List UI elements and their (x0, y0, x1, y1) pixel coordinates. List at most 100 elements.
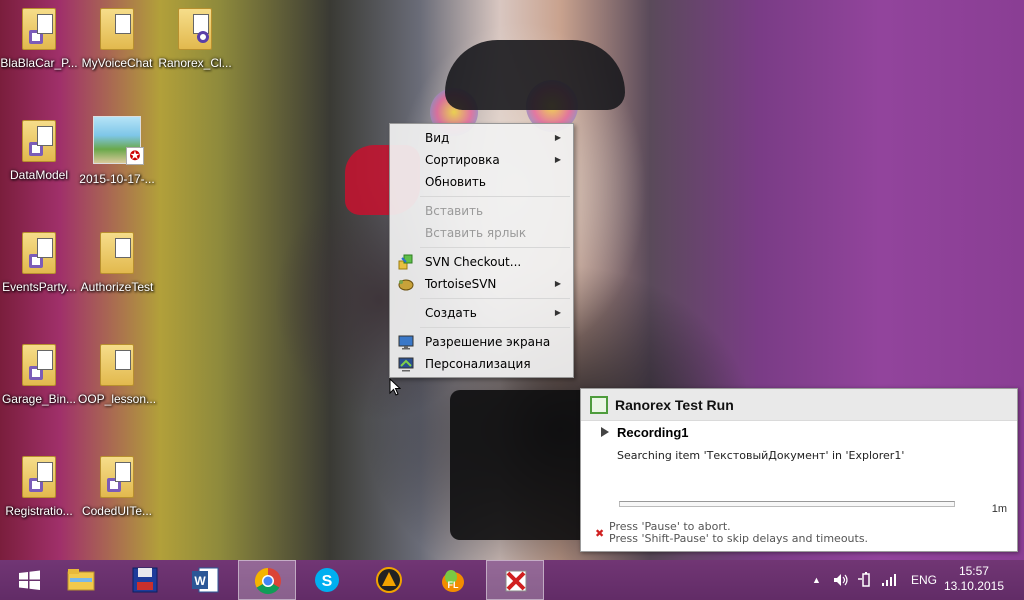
test-progress-bar (619, 501, 955, 507)
network-signal-icon[interactable] (881, 573, 897, 587)
aimp-icon (376, 567, 402, 593)
chrome-icon (254, 567, 281, 595)
menu-separator (420, 298, 570, 299)
taskbar-aimp[interactable] (360, 560, 418, 600)
taskbar-skype[interactable]: S (298, 560, 356, 600)
menu-item-create[interactable]: Создать ▶ (392, 302, 571, 324)
word-icon: W (192, 567, 219, 593)
windows-logo-icon (19, 570, 40, 590)
volume-icon[interactable] (833, 573, 849, 587)
desktop-icon-datamodel[interactable]: DataModel (0, 114, 78, 214)
vs-folder-icon (22, 227, 56, 274)
ranorex-icon (505, 570, 527, 592)
show-hidden-icons-arrow[interactable]: ▲ (812, 560, 821, 600)
menu-item-label: SVN Checkout... (425, 255, 522, 269)
desktop-icon-oop-lesson[interactable]: OOP_lesson... (78, 338, 156, 438)
taskbar-ranorex[interactable] (486, 560, 544, 600)
svg-text:W: W (194, 574, 206, 588)
play-icon (601, 427, 609, 437)
menu-item-label: Вид (425, 131, 450, 145)
desktop-icon-label: Garage_Bin... (1, 392, 77, 406)
svg-text:FL: FL (448, 580, 459, 590)
vs-folder-icon (100, 451, 134, 498)
vs-folder-icon (22, 115, 56, 162)
taskbar-file-explorer[interactable] (52, 560, 110, 600)
elapsed-time: 1m (991, 503, 1007, 515)
screen-resolution-icon (398, 334, 414, 350)
desktop-icon-label: BlaBlaCar_P... (0, 56, 78, 70)
taskbar-word[interactable]: W (176, 560, 234, 600)
submenu-arrow-icon: ▶ (554, 308, 561, 317)
start-button[interactable] (0, 560, 58, 600)
menu-item-screen-resolution[interactable]: Разрешение экрана (392, 331, 571, 353)
desktop-icon-myvoicechat[interactable]: MyVoiceChat (78, 2, 156, 102)
doc-folder-icon (100, 3, 134, 50)
menu-item-tortoisesvn[interactable]: TortoiseSVN ▶ (392, 273, 571, 295)
menu-item-label: Вставить ярлык (425, 226, 527, 240)
menu-separator (420, 327, 570, 328)
vs-folder-icon (22, 339, 56, 386)
save-floppy-icon (132, 567, 158, 593)
ranorex-test-run-window[interactable]: Ranorex Test Run Recording1 Searching it… (580, 388, 1018, 552)
pdf-file-icon: ✪ (93, 116, 144, 165)
ranorex-logo-icon (590, 396, 608, 414)
menu-item-label: Вставить (425, 204, 484, 218)
taskbar-save-app[interactable] (116, 560, 174, 600)
desktop-icon-label: CodedUITe... (81, 504, 153, 518)
desktop-context-menu: Вид ▶ Сортировка ▶ Обновить Вставить Вст… (389, 123, 574, 378)
fl-studio-icon: FL (442, 570, 464, 592)
ranorex-header: Ranorex Test Run (581, 389, 1017, 421)
ranorex-title: Ranorex Test Run (615, 397, 734, 413)
menu-item-view[interactable]: Вид ▶ (392, 127, 571, 149)
menu-item-label: Персонализация (425, 357, 531, 371)
desktop-icon-garage-bin[interactable]: Garage_Bin... (0, 338, 78, 438)
desktop-icon-blablacar[interactable]: BlaBlaCar_P... (0, 2, 78, 102)
menu-item-label: Обновить (425, 175, 486, 189)
menu-item-paste[interactable]: Вставить (392, 200, 571, 222)
file-explorer-icon (67, 569, 95, 591)
menu-separator (420, 196, 570, 197)
desktop-icon-ranorex-cl[interactable]: Ranorex_Cl... (156, 2, 234, 102)
desktop-icon-label: 2015-10-17-... (79, 172, 155, 186)
svn-checkout-icon (398, 254, 414, 270)
taskbar-fl-studio[interactable]: FL (424, 560, 482, 600)
desktop-icon-label: AuthorizeTest (80, 280, 154, 294)
taskbar: W S FL ▲ ENG 15:57 13.10.2015 (0, 560, 1024, 600)
menu-item-refresh[interactable]: Обновить (392, 171, 571, 193)
desktop-icon-pdf[interactable]: ✪ 2015-10-17-... (78, 114, 156, 214)
svg-text:S: S (322, 573, 333, 590)
submenu-arrow-icon: ▶ (554, 133, 561, 142)
desktop-icon-eventsparty[interactable]: EventsParty... (0, 226, 78, 326)
desktop-icon-authorizetest[interactable]: AuthorizeTest (78, 226, 156, 326)
abort-x-icon: ✖ (595, 528, 605, 540)
power-plug-icon[interactable] (857, 572, 873, 588)
clock-time: 15:57 (958, 564, 989, 578)
doc-folder-icon (100, 339, 134, 386)
personalization-icon (398, 356, 414, 372)
wallpaper-hat (445, 40, 625, 110)
desktop-icon-codedui[interactable]: CodedUITe... (78, 450, 156, 550)
menu-item-label: Создать (425, 306, 477, 320)
tortoise-icon (398, 276, 414, 292)
menu-item-label: Сортировка (425, 153, 500, 167)
menu-separator (420, 247, 570, 248)
language-indicator[interactable]: ENG (911, 560, 937, 600)
vs-folder-icon (22, 451, 56, 498)
menu-item-svn-checkout[interactable]: SVN Checkout... (392, 251, 571, 273)
menu-item-sort[interactable]: Сортировка ▶ (392, 149, 571, 171)
desktop-icon-label: OOP_lesson... (78, 392, 157, 406)
menu-item-label: Разрешение экрана (425, 335, 551, 349)
menu-item-label: TortoiseSVN (425, 277, 497, 291)
desktop-icon-label: EventsParty... (2, 280, 76, 294)
menu-item-paste-shortcut[interactable]: Вставить ярлык (392, 222, 571, 244)
vs-folder-icon (22, 3, 56, 50)
search-status-text: Searching item 'ТекстовыйДокумент' in 'E… (617, 449, 905, 462)
system-clock[interactable]: 15:57 13.10.2015 (944, 564, 1004, 594)
recording-name: Recording1 (617, 425, 689, 440)
menu-item-personalization[interactable]: Персонализация (392, 353, 571, 375)
desktop-icon-label: MyVoiceChat (81, 56, 153, 70)
submenu-arrow-icon: ▶ (554, 279, 561, 288)
taskbar-chrome[interactable] (238, 560, 296, 600)
desktop-icon-label: Ranorex_Cl... (158, 56, 232, 70)
desktop-icon-registration[interactable]: Registratio... (0, 450, 78, 550)
